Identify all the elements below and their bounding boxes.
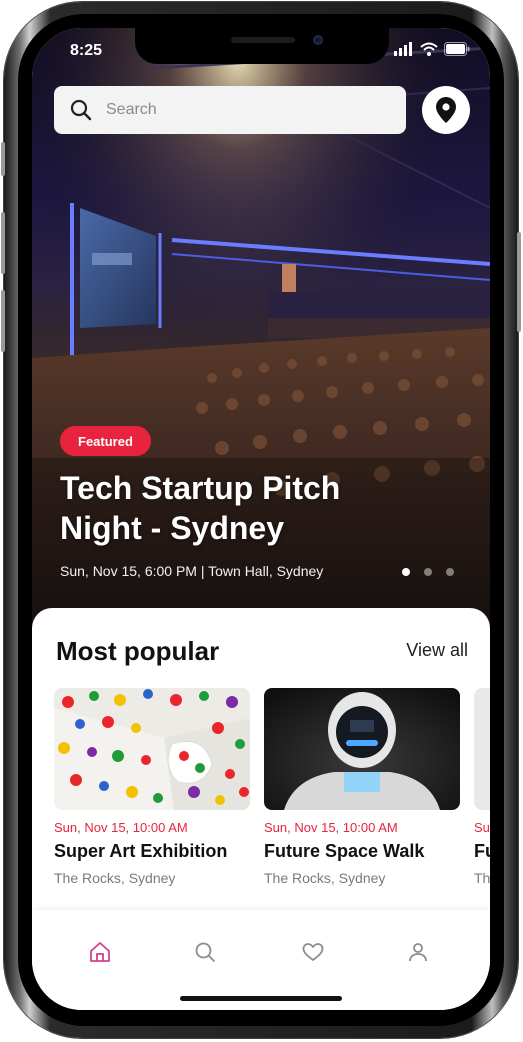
robot-illustration [264,688,460,810]
featured-badge: Featured [60,426,151,456]
featured-title-line1: Tech Startup Pitch [60,470,341,506]
mute-switch [1,142,5,176]
carousel-pager[interactable] [402,568,454,576]
battery-icon [444,42,470,56]
dotted-art-illustration [54,688,250,810]
heart-icon [302,943,324,961]
status-time: 8:25 [70,42,103,59]
bottom-tab-bar [32,910,490,1010]
event-date: Sun, Nov 15, 10:00 AM [54,820,188,835]
volume-down-button [1,290,5,352]
status-icons [394,42,470,56]
featured-title[interactable]: Tech Startup Pitch Night - Sydney [60,468,400,548]
event-location: The Rocks, Sydney [264,870,386,886]
event-date: Sun, Nov 15, 10:00 AM [264,820,398,835]
event-card-image [264,688,460,810]
location-button[interactable] [422,86,470,134]
event-location: The Rocks, Sydney [474,870,490,886]
event-title: Future Space Walk [264,841,425,861]
home-icon [90,942,110,962]
user-icon [409,943,427,962]
home-indicator[interactable] [180,996,342,1001]
power-button [517,232,521,332]
event-card-image [474,688,490,810]
search-bar[interactable] [54,86,406,134]
featured-hero-image[interactable]: 8:25 Search Featured Tech Startup Pitch … [32,28,490,638]
event-title: Future Space Walk [474,841,490,861]
featured-meta: Sun, Nov 15, 6:00 PM | Town Hall, Sydney [60,563,324,579]
event-location: The Rocks, Sydney [54,870,176,886]
pager-dot-1[interactable] [402,568,410,576]
section-title: Most popular [56,636,220,666]
pager-dot-2[interactable] [424,568,432,576]
location-pin-icon [436,97,456,123]
tab-profile[interactable] [398,932,438,972]
event-card[interactable]: Sun, Nov 15, 10:00 AM Future Space Walk … [264,688,460,886]
device-notch [135,28,389,64]
event-title: Super Art Exhibition [54,841,228,861]
event-card[interactable]: Sun, Nov 15, 10:00 AM Future Space Walk … [474,688,490,886]
tab-favorites[interactable] [293,932,333,972]
wifi-icon [420,42,438,56]
front-camera [313,35,323,45]
screen: 8:25 Search Featured Tech Startup Pitch … [32,28,490,1010]
volume-up-button [1,212,5,274]
earpiece-speaker [231,37,295,43]
featured-title-line2: Night - Sydney [60,510,285,546]
most-popular-section: Most popular View all Sun, Nov 15, 10:00… [32,608,490,908]
search-icon [195,942,215,962]
tab-home[interactable] [80,932,120,972]
search-icon [70,99,92,121]
event-date: Sun, Nov 15, 10:00 AM [474,820,490,835]
tab-search[interactable] [185,932,225,972]
event-card-image [54,688,250,810]
signal-icon [394,42,412,56]
event-card[interactable]: Sun, Nov 15, 10:00 AM Super Art Exhibiti… [54,688,250,886]
pager-dot-3[interactable] [446,568,454,576]
search-input[interactable] [104,100,368,120]
view-all-link[interactable]: View all [406,640,468,661]
